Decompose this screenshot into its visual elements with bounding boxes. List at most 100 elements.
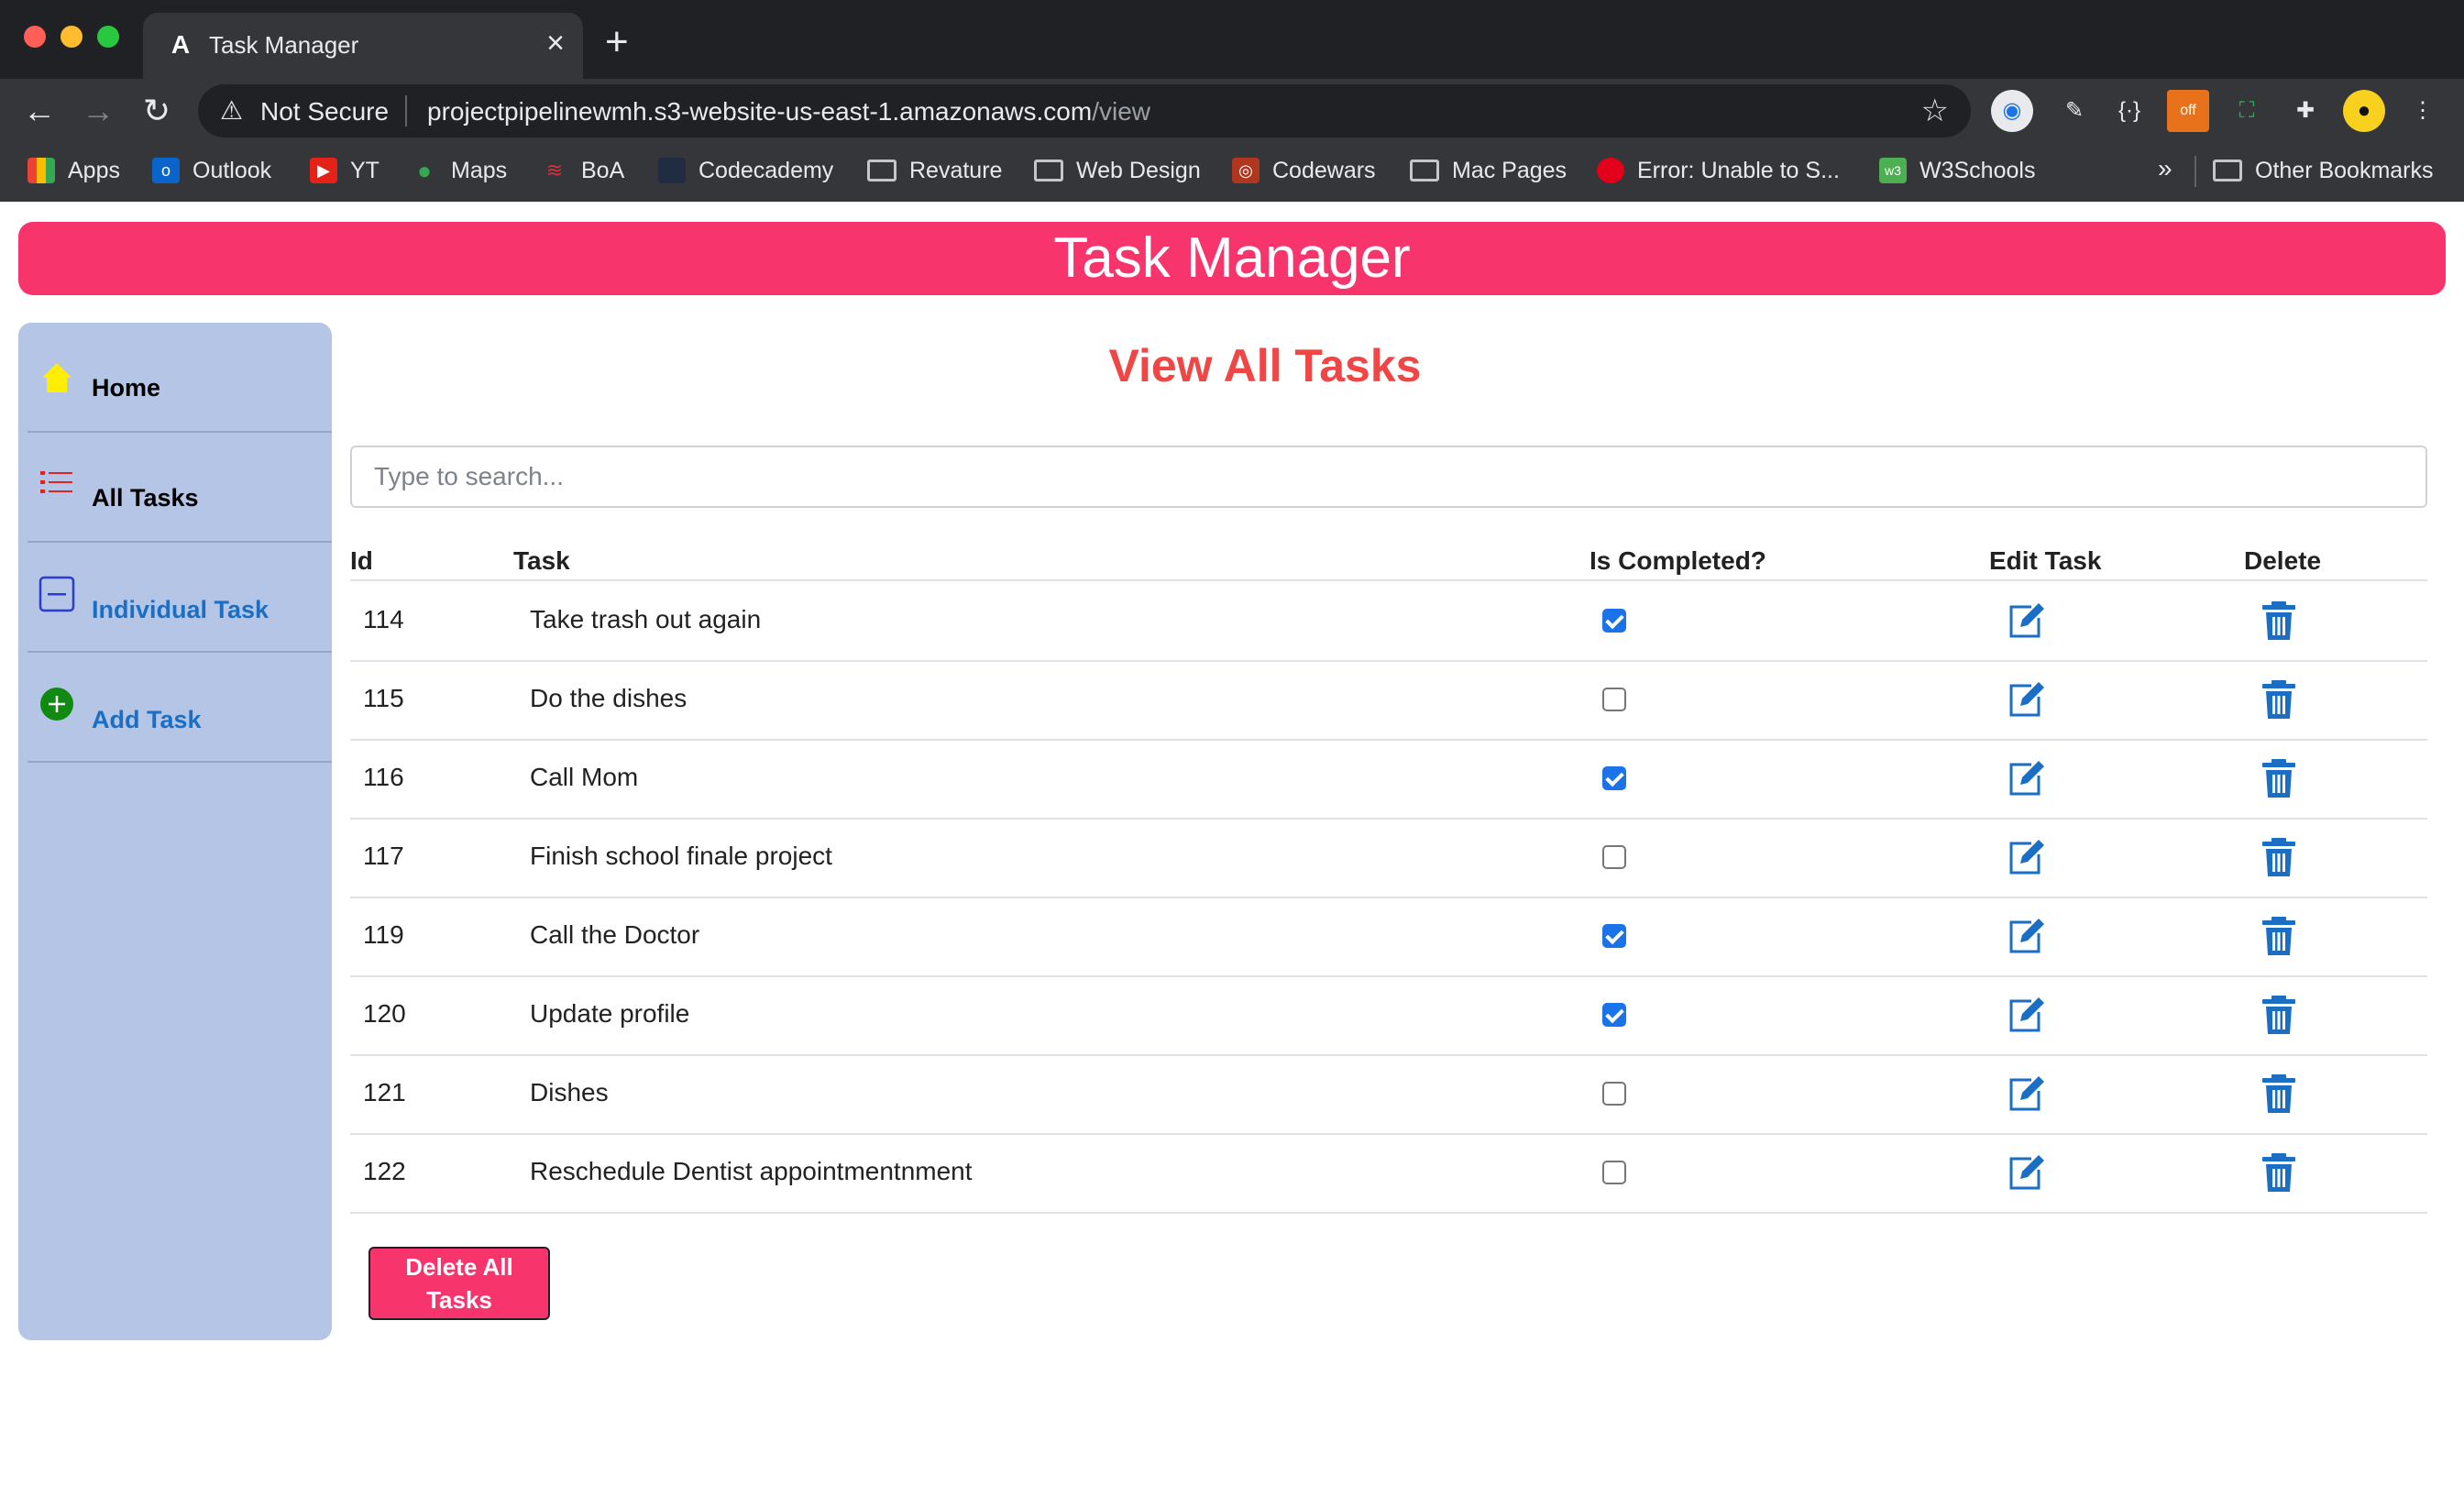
task-id: 119 bbox=[363, 920, 404, 949]
sidebar-item-individual-task[interactable]: Individual Task bbox=[28, 543, 332, 653]
new-tab-button[interactable]: + bbox=[605, 22, 629, 62]
task-name: Take trash out again bbox=[530, 605, 762, 633]
address-bar[interactable]: ⚠ Not Secure projectpipelinewmh.s3-websi… bbox=[198, 84, 1971, 138]
bookmark-outlook[interactable]: o Outlook bbox=[152, 152, 271, 189]
extension-bracket-icon[interactable]: {·} bbox=[2108, 90, 2150, 132]
edit-icon[interactable] bbox=[2004, 836, 2048, 880]
table-row: 116 Call Mom bbox=[350, 741, 2427, 820]
completed-checkbox[interactable] bbox=[1602, 924, 1626, 948]
sidebar-item-label: All Tasks bbox=[92, 484, 199, 512]
table-row: 119 Call the Doctor bbox=[350, 898, 2427, 977]
sidebar: Home All Tasks Individual Task Add Task bbox=[18, 323, 332, 1340]
sidebar-item-home[interactable]: Home bbox=[28, 323, 332, 433]
bookmark-label: Apps bbox=[68, 157, 120, 183]
completed-checkbox[interactable] bbox=[1602, 609, 1626, 633]
back-arrow-icon[interactable]: ← bbox=[18, 90, 60, 132]
completed-checkbox[interactable] bbox=[1602, 1003, 1626, 1027]
extension-screenshot-icon[interactable]: ⛶ bbox=[2226, 90, 2268, 132]
angular-favicon-icon: A bbox=[170, 30, 191, 59]
bookmark-web-design[interactable]: Web Design bbox=[1034, 152, 1201, 189]
task-id: 117 bbox=[363, 842, 404, 870]
bookmark-codecademy[interactable]: Codecademy bbox=[658, 152, 833, 189]
table-header: Id Task Is Completed? Edit Task Delete bbox=[350, 543, 2427, 581]
edit-icon[interactable] bbox=[2004, 757, 2048, 801]
url-text[interactable]: projectpipelinewmh.s3-website-us-east-1.… bbox=[427, 97, 1150, 127]
trash-icon[interactable] bbox=[2257, 994, 2301, 1038]
window-zoom-button[interactable] bbox=[97, 26, 119, 48]
browser-chrome: A Task Manager × + ← → ↻ ⚠ Not Secure pr… bbox=[0, 0, 2464, 202]
bookmark-apps[interactable]: Apps bbox=[28, 152, 120, 189]
minus-square-icon bbox=[38, 576, 75, 612]
bookmark-label: Web Design bbox=[1076, 157, 1201, 183]
bookmark-codewars[interactable]: ◎ Codewars bbox=[1232, 152, 1376, 189]
folder-icon bbox=[867, 160, 896, 182]
bookmark-w3schools[interactable]: w3 W3Schools bbox=[1879, 152, 2035, 189]
page-title: View All Tasks bbox=[1108, 340, 1422, 391]
more-bookmarks-chevron[interactable]: » bbox=[2158, 154, 2172, 183]
list-icon bbox=[38, 466, 75, 502]
edit-icon[interactable] bbox=[2004, 1151, 2048, 1195]
completed-checkbox[interactable] bbox=[1602, 766, 1626, 790]
task-id: 115 bbox=[363, 684, 404, 712]
url-path: /view bbox=[1092, 97, 1150, 126]
bookmark-error-site[interactable]: Error: Unable to S... bbox=[1597, 152, 1840, 189]
not-secure-label: Not Secure bbox=[260, 97, 390, 126]
completed-checkbox[interactable] bbox=[1602, 845, 1626, 869]
outlook-icon: o bbox=[152, 158, 180, 183]
delete-all-tasks-button[interactable]: Delete All Tasks bbox=[368, 1247, 550, 1320]
extension-pen-icon[interactable]: ✎ bbox=[2053, 90, 2096, 132]
bookmark-other-bookmarks[interactable]: Other Bookmarks bbox=[2213, 152, 2434, 189]
sidebar-item-label: Add Task bbox=[92, 706, 202, 733]
profile-avatar-icon[interactable]: ● bbox=[2343, 90, 2385, 132]
trash-icon[interactable] bbox=[2257, 678, 2301, 722]
bookmark-label: Maps bbox=[451, 157, 508, 183]
column-header-id: Id bbox=[350, 546, 373, 575]
window-close-button[interactable] bbox=[24, 26, 46, 48]
extension-1password-icon[interactable]: ◉ bbox=[1991, 90, 2033, 132]
address-divider bbox=[405, 95, 407, 127]
bookmark-label: BoA bbox=[581, 157, 625, 183]
bookmark-label: Other Bookmarks bbox=[2255, 157, 2434, 183]
table-row: 122 Reschedule Dentist appointmentnment bbox=[350, 1135, 2427, 1214]
trash-icon[interactable] bbox=[2257, 1073, 2301, 1117]
bookmark-star-icon[interactable]: ☆ bbox=[1921, 94, 1949, 128]
edit-icon[interactable] bbox=[2004, 915, 2048, 959]
trash-icon[interactable] bbox=[2257, 1151, 2301, 1195]
bookmark-label: W3Schools bbox=[1920, 157, 2036, 183]
browser-menu-icon[interactable]: ⋮ bbox=[2402, 90, 2444, 132]
sidebar-item-add-task[interactable]: Add Task bbox=[28, 653, 332, 763]
search-input[interactable] bbox=[350, 446, 2427, 508]
edit-icon[interactable] bbox=[2004, 1073, 2048, 1117]
extensions-puzzle-icon[interactable]: ✚ bbox=[2284, 90, 2326, 132]
bookmark-label: Outlook bbox=[192, 157, 272, 183]
trash-icon[interactable] bbox=[2257, 757, 2301, 801]
trash-icon[interactable] bbox=[2257, 915, 2301, 959]
trash-icon[interactable] bbox=[2257, 600, 2301, 644]
bookmark-boa[interactable]: ≋ BoA bbox=[541, 152, 624, 189]
extension-off-icon[interactable]: off bbox=[2167, 90, 2209, 132]
bookmark-label: Codewars bbox=[1272, 157, 1376, 183]
trash-icon[interactable] bbox=[2257, 836, 2301, 880]
sidebar-item-all-tasks[interactable]: All Tasks bbox=[28, 433, 332, 543]
w3schools-icon: w3 bbox=[1879, 158, 1907, 183]
edit-icon[interactable] bbox=[2004, 678, 2048, 722]
tab-strip: A Task Manager × + bbox=[0, 0, 2464, 79]
window-minimize-button[interactable] bbox=[60, 26, 82, 48]
task-id: 121 bbox=[363, 1078, 406, 1106]
edit-icon[interactable] bbox=[2004, 994, 2048, 1038]
bookmark-yt[interactable]: ▶ YT bbox=[310, 152, 380, 189]
bookmark-label: Codecademy bbox=[698, 157, 834, 183]
completed-checkbox[interactable] bbox=[1602, 688, 1626, 711]
bookmark-label: Error: Unable to S... bbox=[1637, 157, 1840, 183]
bookmark-mac-pages[interactable]: Mac Pages bbox=[1410, 152, 1567, 189]
edit-icon[interactable] bbox=[2004, 600, 2048, 644]
forward-arrow-icon[interactable]: → bbox=[77, 90, 119, 132]
reload-icon[interactable]: ↻ bbox=[136, 90, 178, 132]
completed-checkbox[interactable] bbox=[1602, 1161, 1626, 1184]
completed-checkbox[interactable] bbox=[1602, 1082, 1626, 1106]
bookmark-revature[interactable]: Revature bbox=[867, 152, 1002, 189]
tab-task-manager[interactable]: A Task Manager × bbox=[143, 13, 583, 79]
table-row: 121 Dishes bbox=[350, 1056, 2427, 1135]
bookmark-maps[interactable]: ● Maps bbox=[411, 152, 507, 189]
tab-close-icon[interactable]: × bbox=[546, 28, 565, 59]
